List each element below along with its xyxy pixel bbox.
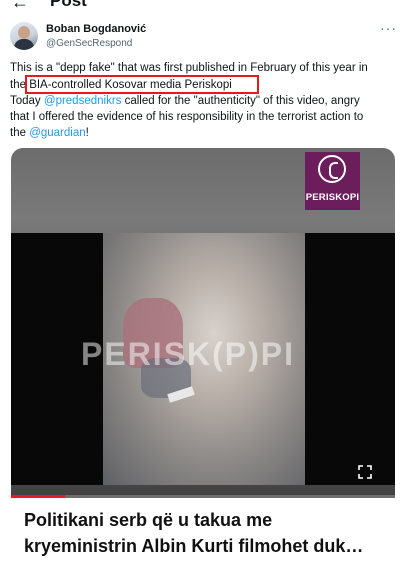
video-headline[interactable]: Politikani serb që u takua me kryeminist… xyxy=(11,498,395,562)
author-name[interactable]: Boban Bogdanović xyxy=(46,23,146,35)
tweet-text-3-prefix: Today xyxy=(10,95,44,107)
headline-line-1: Politikani serb që u takua me xyxy=(24,510,273,530)
video-player[interactable]: PERISKOPI PERISK(P)PI xyxy=(11,148,395,498)
mention-predsednikrs[interactable]: @predsednikrs xyxy=(44,95,122,107)
page-title: Post xyxy=(50,0,87,10)
tweet-text-1: This is a "depp fake" that was first pub… xyxy=(10,62,368,74)
video-letterbox-right xyxy=(305,233,395,485)
avatar-body xyxy=(14,39,34,50)
top-bar: ← Post xyxy=(0,0,400,12)
back-arrow-icon[interactable]: ← xyxy=(11,0,29,12)
periskopi-logo: PERISKOPI xyxy=(305,152,360,210)
avatar[interactable] xyxy=(10,22,38,50)
headline-line-2: kryeministrin Albin Kurti filmohet duk… xyxy=(24,536,364,556)
highlight-box xyxy=(25,75,259,94)
media-card[interactable]: PERISKOPI PERISK(P)PI Politikani serb që… xyxy=(11,148,395,562)
tweet-line-3: Today @predsednikrs called for the "auth… xyxy=(10,93,360,109)
periskopi-watermark: PERISK(P)PI xyxy=(81,336,296,372)
tweet-text-5-prefix: the xyxy=(10,127,30,139)
avatar-head xyxy=(18,26,30,39)
fullscreen-icon[interactable] xyxy=(358,465,372,479)
tweet-text-5-suffix: ! xyxy=(85,127,89,139)
author-handle[interactable]: @GenSecRespond xyxy=(46,38,132,49)
tweet-text-4: that I offered the evidence of his respo… xyxy=(10,111,364,123)
tweet-text-3-rest: called for the "authenticity" of this vi… xyxy=(121,95,360,107)
periskopi-logo-mark xyxy=(318,155,346,183)
more-options-icon[interactable]: ··· xyxy=(380,20,397,36)
tweet-line-5: the @guardian! xyxy=(10,125,89,141)
tweet-line-4: that I offered the evidence of his respo… xyxy=(10,109,363,125)
periskopi-logo-text: PERISKOPI xyxy=(305,192,360,203)
mention-guardian[interactable]: @guardian xyxy=(29,127,85,139)
tweet-line-1: This is a "depp fake" that was first pub… xyxy=(10,60,368,76)
